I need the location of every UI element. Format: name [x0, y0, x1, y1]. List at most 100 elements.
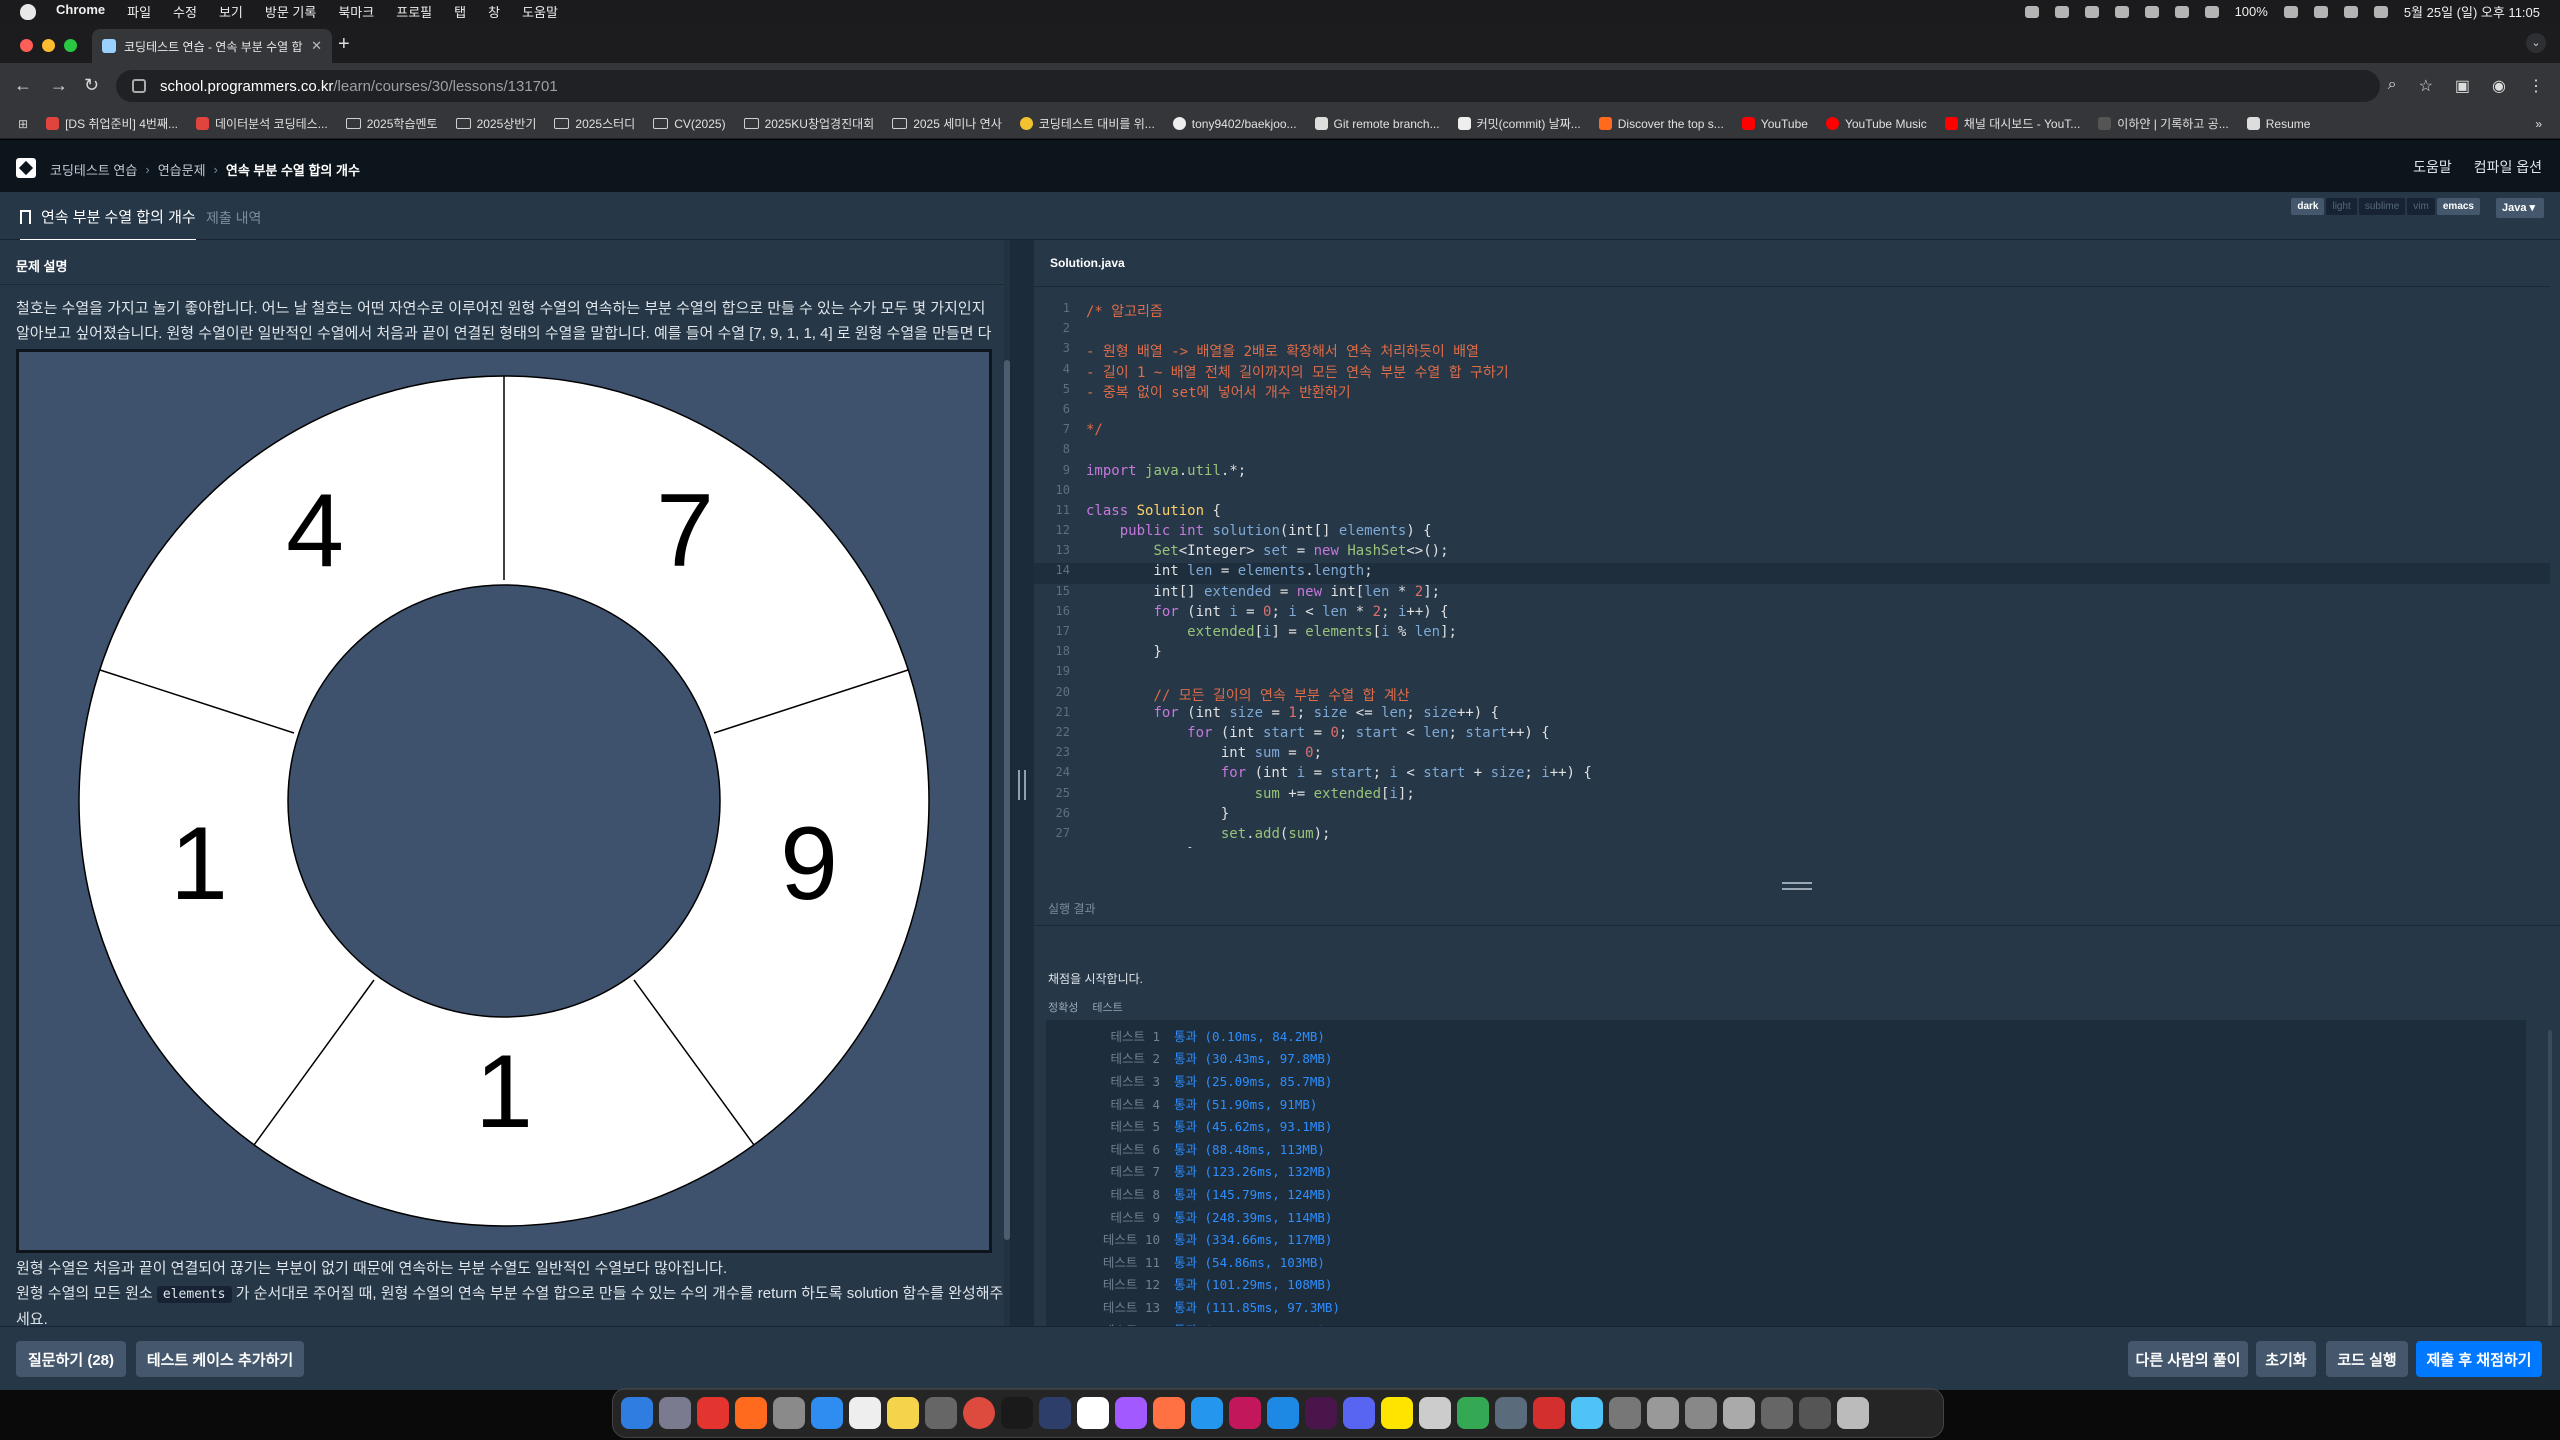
menu-item[interactable]: 북마크 [338, 2, 374, 21]
code-line[interactable]: 17 extended[i] = elements[i % len]; [1034, 624, 2550, 644]
code-line[interactable]: 2 [1034, 321, 2550, 341]
notion-icon[interactable] [1077, 1397, 1109, 1429]
tab-search-button[interactable]: ⌄ [2526, 33, 2546, 53]
docker-icon[interactable] [1191, 1397, 1223, 1429]
code-lines[interactable]: 1/* 알고리즘 2 3- 원형 배열 -> 배열을 2배로 확장해서 연속 처리하… [1034, 301, 2550, 848]
theme-option[interactable]: vim [2407, 198, 2435, 215]
panel-resize-gutter[interactable] [1010, 240, 1034, 1326]
app-icon[interactable] [773, 1397, 805, 1429]
bookmark-item[interactable]: Discover the top s... [1598, 117, 1724, 131]
discord-icon[interactable] [1343, 1397, 1375, 1429]
code-line[interactable]: 25 sum += extended[i]; [1034, 786, 2550, 806]
reset-button[interactable]: 초기화 [2256, 1341, 2316, 1377]
app-icon[interactable] [1533, 1397, 1565, 1429]
code-line[interactable]: 24 for (int i = start; i < start + size;… [1034, 765, 2550, 785]
input-source-icon[interactable] [2204, 5, 2219, 18]
trash-icon[interactable] [1837, 1397, 1869, 1429]
submit-button[interactable]: 제출 후 채점하기 [2416, 1341, 2542, 1377]
status-icon[interactable] [2024, 5, 2039, 18]
breadcrumb-item[interactable]: 연습문제 [158, 160, 206, 179]
help-link[interactable]: 도움말 [2413, 157, 2452, 177]
bookmark-item[interactable]: Resume [2246, 117, 2310, 131]
code-editor[interactable]: 1/* 알고리즘 2 3- 원형 배열 -> 배열을 2배로 확장해서 연속 처리하… [1034, 286, 2550, 848]
vscode-icon[interactable] [1267, 1397, 1299, 1429]
menu-item[interactable]: 도움말 [522, 2, 558, 21]
app-icon[interactable] [1457, 1397, 1489, 1429]
menu-item[interactable]: 방문 기록 [265, 2, 316, 21]
code-line[interactable]: 21 for (int size = 1; size <= len; size+… [1034, 705, 2550, 725]
minimize-window-button[interactable] [42, 39, 55, 52]
code-line[interactable]: 28 } [1034, 846, 2550, 848]
window-thumbnail[interactable] [1647, 1397, 1679, 1429]
bookmark-folder[interactable]: 2025 세미나 연사 [892, 115, 1002, 132]
kakaotalk-icon[interactable] [1381, 1397, 1413, 1429]
finder-icon[interactable] [621, 1397, 653, 1429]
code-line[interactable]: 23 int sum = 0; [1034, 745, 2550, 765]
intellij-icon[interactable] [1229, 1397, 1261, 1429]
bookmark-item[interactable]: 채널 대시보드 - YouT... [1944, 115, 2080, 132]
window-thumbnail[interactable] [1685, 1397, 1717, 1429]
bookmark-item[interactable]: tony9402/baekjoo... [1172, 117, 1297, 131]
run-code-button[interactable]: 코드 실행 [2326, 1341, 2408, 1377]
chrome-menu-icon[interactable]: ⋮ [2528, 76, 2544, 96]
status-icon[interactable] [2114, 5, 2129, 18]
programmers-logo-icon[interactable] [16, 158, 36, 178]
tab-submission-history[interactable]: 제출 내역 [206, 208, 261, 228]
bookmark-folder[interactable]: 2025KU창업경진대회 [743, 115, 874, 132]
resize-handle-icon[interactable] [1018, 770, 1026, 800]
bookmark-item[interactable]: 코딩테스트 대비를 위... [1019, 115, 1155, 132]
bookmark-item[interactable]: Git remote branch... [1314, 117, 1440, 131]
volume-icon[interactable] [2174, 5, 2189, 18]
bookmark-folder[interactable]: CV(2025) [653, 117, 726, 131]
add-testcase-button[interactable]: 테스트 케이스 추가하기 [136, 1341, 304, 1377]
soundcloud-icon[interactable] [735, 1397, 767, 1429]
battery-icon[interactable] [2283, 5, 2298, 18]
bookmark-star-icon[interactable]: ☆ [2419, 76, 2433, 96]
extensions-icon[interactable]: ▣ [2455, 76, 2470, 96]
compile-options-link[interactable]: 컴파일 옵션 [2474, 157, 2542, 177]
slack-icon[interactable] [1305, 1397, 1337, 1429]
notes-icon[interactable] [887, 1397, 919, 1429]
code-line[interactable]: 5 - 중복 없이 set에 넣어서 개수 반환하기 [1034, 382, 2550, 402]
system-settings-icon[interactable] [925, 1397, 957, 1429]
code-line[interactable]: 19 [1034, 664, 2550, 684]
menubar-clock[interactable]: 5월 25일 (일) 오후 11:05 [2404, 2, 2540, 21]
apps-grid-icon[interactable]: ⊞ [18, 117, 28, 131]
menu-item[interactable]: 프로필 [396, 2, 432, 21]
others-solutions-button[interactable]: 다른 사람의 풀이 [2128, 1341, 2248, 1377]
code-line[interactable]: 3 - 원형 배열 -> 배열을 2배로 확장해서 연속 처리하듯이 배열 [1034, 341, 2550, 361]
bookmark-item[interactable]: 커밋(commit) 날짜... [1457, 115, 1581, 132]
theme-option[interactable]: sublime [2358, 198, 2406, 215]
bookmark-item[interactable]: YouTube Music [1825, 117, 1927, 131]
window-thumbnail[interactable] [1799, 1397, 1831, 1429]
theme-option[interactable]: dark [2291, 198, 2325, 215]
code-line[interactable]: 6 [1034, 402, 2550, 422]
menu-item[interactable]: 보기 [219, 2, 243, 21]
more-bookmarks-icon[interactable]: » [2535, 117, 2542, 131]
site-info-icon[interactable] [132, 79, 146, 93]
bookmark-item[interactable]: 데이터분석 코딩테스... [196, 115, 328, 132]
code-line[interactable]: 9 import java.util.*; [1034, 463, 2550, 483]
app-icon[interactable] [1419, 1397, 1451, 1429]
bluetooth-icon[interactable] [2144, 5, 2159, 18]
menu-item[interactable]: 파일 [127, 2, 151, 21]
apple-icon[interactable] [20, 3, 36, 20]
status-icon[interactable] [2054, 5, 2069, 18]
close-window-button[interactable] [20, 39, 33, 52]
bookmark-folder[interactable]: 2025상반기 [455, 115, 536, 132]
control-center-icon[interactable] [2373, 5, 2388, 18]
app-icon[interactable] [1153, 1397, 1185, 1429]
code-line[interactable]: 20 // 모든 길이의 연속 부분 수열 합 계산 [1034, 685, 2550, 705]
close-tab-icon[interactable]: ✕ [311, 38, 322, 54]
language-select[interactable]: Java ▾ [2496, 198, 2544, 218]
code-line[interactable]: 26 } [1034, 806, 2550, 826]
folder-icon[interactable] [1571, 1397, 1603, 1429]
question-button[interactable]: 질문하기 (28) [16, 1341, 126, 1377]
editor-result-splitter[interactable] [1034, 880, 2560, 892]
code-line[interactable]: 27 set.add(sum); [1034, 826, 2550, 846]
figma-icon[interactable] [1115, 1397, 1147, 1429]
results-scrollbar[interactable] [2548, 1030, 2552, 1326]
window-thumbnail[interactable] [1761, 1397, 1793, 1429]
safari-icon[interactable] [811, 1397, 843, 1429]
app-icon[interactable] [1495, 1397, 1527, 1429]
